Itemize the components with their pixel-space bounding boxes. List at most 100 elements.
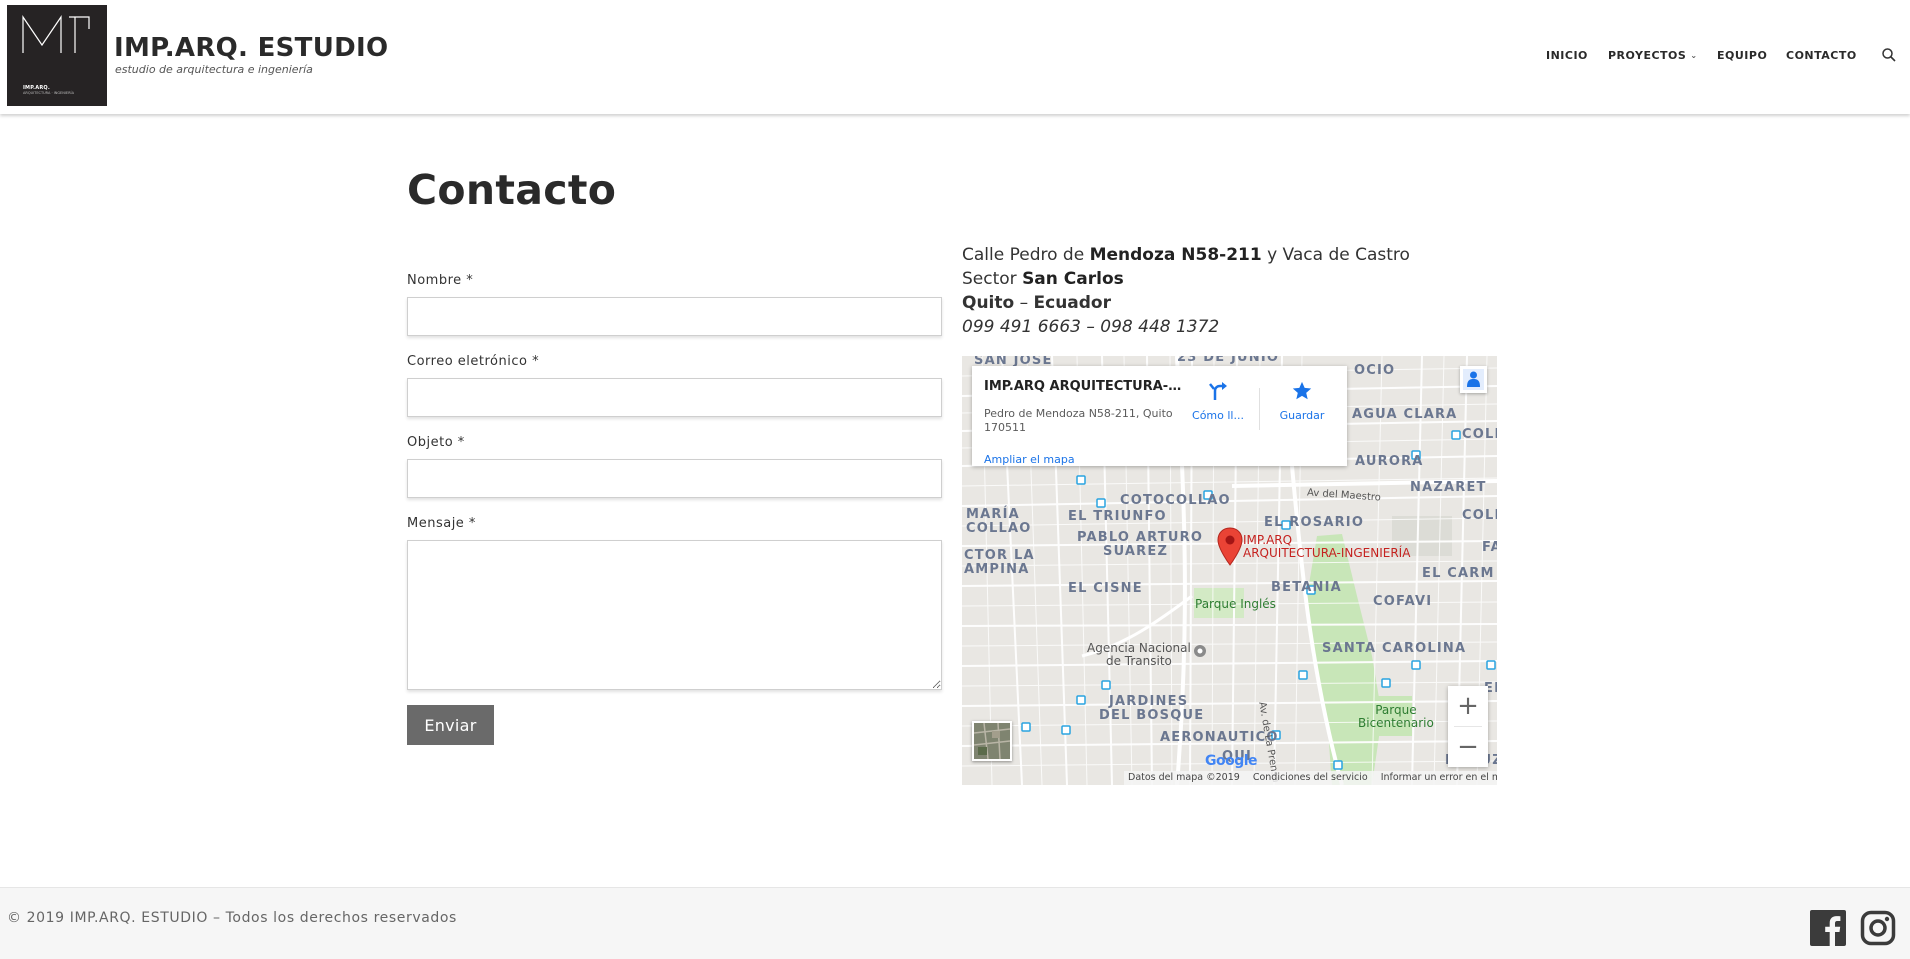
save-label: Guardar — [1279, 409, 1325, 422]
map-label: EL ROSARIO — [1264, 515, 1365, 530]
address-street: Calle Pedro de Mendoza N58-211 y Vaca de… — [962, 245, 1410, 265]
map-marker-icon[interactable] — [1217, 527, 1243, 567]
enviar-button[interactable]: Enviar — [407, 705, 494, 745]
address-street-prefix: Calle Pedro de — [962, 245, 1090, 265]
nav-item-contacto[interactable]: CONTACTO — [1786, 49, 1857, 62]
map-place-card: IMP.ARQ ARQUITECTURA-INGENIERÍA Pedro de… — [972, 366, 1347, 466]
map-label: JARDINES DEL BOSQUE — [1099, 695, 1204, 723]
map-label: AGUA CLARA — [1352, 407, 1458, 422]
map-label: 23 DE JUNIO — [1177, 356, 1280, 365]
zoom-out-button[interactable]: − — [1448, 727, 1488, 767]
address-sector-name: San Carlos — [1022, 269, 1124, 289]
map-label: EL TRIUNFO — [1068, 509, 1167, 524]
address-street-number: Mendoza N58-211 — [1089, 245, 1262, 265]
logo-tagline: ARQUITECTURA · INGENIERÍA — [23, 91, 74, 95]
map-label-line: COLLAO — [966, 521, 1032, 536]
site-header: IMP.ARQ. ARQUITECTURA · INGENIERÍA IMP.A… — [0, 0, 1910, 114]
card-divider — [1259, 388, 1260, 430]
objeto-input[interactable] — [407, 459, 942, 498]
map-label: BETANIA — [1271, 580, 1342, 595]
directions-button[interactable]: Cómo ll... — [1190, 380, 1246, 422]
site-subtitle: estudio de arquitectura e ingeniería — [115, 63, 313, 76]
google-logo: Google — [1205, 753, 1258, 769]
star-icon — [1292, 381, 1312, 400]
map-label: EL CARM — [1422, 566, 1495, 581]
map-label-line: PABLO ARTURO — [1077, 530, 1204, 545]
nombre-input[interactable] — [407, 297, 942, 336]
map-report-link[interactable]: Informar un error en el mapa — [1381, 772, 1497, 783]
map-label: COTOCOLLAO — [1120, 493, 1231, 508]
nav-item-proyectos[interactable]: PROYECTOS ⌄ — [1608, 49, 1698, 62]
copyright-text: © 2019 IMP.ARQ. ESTUDIO – Todos los dere… — [7, 910, 457, 926]
search-icon[interactable] — [1881, 47, 1897, 63]
map-data-credit: Datos del mapa ©2019 — [1128, 772, 1240, 783]
satellite-toggle[interactable] — [972, 721, 1012, 761]
map-label: COLLA — [1462, 508, 1497, 523]
address-phones: 099 491 6663 – 098 448 1372 — [962, 317, 1220, 337]
email-input[interactable] — [407, 378, 942, 417]
map-label: EL CISNE — [1068, 581, 1143, 596]
nombre-label: Nombre * — [407, 273, 474, 288]
zoom-in-button[interactable]: + — [1448, 686, 1488, 726]
ampliar-mapa-link[interactable]: Ampliar el mapa — [984, 453, 1075, 466]
map-poi-line: de Transito — [1105, 654, 1172, 668]
map-label: SANTA CAROLINA — [1322, 641, 1467, 656]
street-view-pegman-icon[interactable] — [1460, 366, 1487, 393]
map-poi-label: Agencia Nacional de Transito — [1087, 642, 1191, 668]
map-label-line: DEL BOSQUE — [1099, 708, 1205, 723]
nav-item-label: PROYECTOS — [1608, 49, 1687, 62]
address-country: Ecuador — [1033, 293, 1112, 313]
directions-icon — [1209, 382, 1227, 400]
map-terms-link[interactable]: Condiciones del servicio — [1253, 772, 1368, 783]
map-label-line: AMPINA — [964, 562, 1030, 577]
map-label-line: MARÍA — [966, 507, 1020, 522]
nav-item-equipo[interactable]: EQUIPO — [1717, 49, 1767, 62]
address-city-separator: – — [1014, 293, 1034, 313]
site-logo[interactable]: IMP.ARQ. ARQUITECTURA · INGENIERÍA — [7, 5, 107, 106]
site-title[interactable]: IMP.ARQ. ESTUDIO — [114, 33, 388, 63]
map-label: PABLO ARTURO SUAREZ — [1077, 531, 1203, 559]
address-sector: Sector San Carlos — [962, 269, 1124, 289]
map-label: AURORA — [1355, 454, 1424, 469]
map-label: NAZARET — [1410, 480, 1487, 495]
address-city: Quito – Ecuador — [962, 293, 1111, 313]
map-park-label: Parque Inglés — [1195, 597, 1276, 611]
mensaje-label: Mensaje * — [407, 516, 476, 531]
page-title: Contacto — [407, 166, 617, 214]
correo-label: Correo eletrónico * — [407, 354, 540, 369]
place-title: IMP.ARQ ARQUITECTURA-INGENIERÍA — [984, 379, 1184, 394]
objeto-label: Objeto * — [407, 435, 465, 450]
place-address: Pedro de Mendoza N58-211, Quito 170511 — [984, 407, 1173, 434]
facebook-icon[interactable] — [1810, 910, 1846, 946]
map-zoom-control: + − — [1448, 686, 1488, 767]
map-label: CTOR LA AMPINA — [964, 549, 1035, 577]
site-footer: © 2019 IMP.ARQ. ESTUDIO – Todos los dere… — [0, 887, 1910, 959]
map-label-line: SUAREZ — [1103, 544, 1169, 559]
map-label-line: CTOR LA — [964, 548, 1035, 563]
chevron-down-icon: ⌄ — [1690, 51, 1698, 60]
map-marker-label: IMP.ARQ ARQUITECTURA-INGENIERÍA — [1243, 534, 1410, 560]
map-label: FA — [1482, 540, 1497, 555]
address-city-name: Quito — [962, 293, 1015, 313]
save-button[interactable]: Guardar — [1274, 380, 1330, 422]
address-street-suffix: y Vaca de Castro — [1261, 245, 1410, 265]
map-park-line: Parque — [1375, 703, 1417, 717]
google-logo-letters: Google — [1205, 753, 1258, 769]
google-map[interactable]: SAN JOSE 23 DE JUNIO OCIO AGUA CLARA COL… — [962, 356, 1497, 785]
map-label-line: JARDINES — [1109, 694, 1189, 709]
map-park-label: Parque Bicentenario — [1358, 704, 1434, 730]
map-label: OCIO — [1354, 363, 1396, 378]
map-marker-label-line: IMP.ARQ — [1243, 533, 1293, 547]
map-poi-line: Agencia Nacional — [1087, 641, 1191, 655]
map-marker-label-line: ARQUITECTURA-INGENIERÍA — [1243, 546, 1411, 560]
map-label: COLLA — [1462, 427, 1497, 442]
map-label: MARÍA COLLAO — [966, 508, 1031, 536]
nav-item-inicio[interactable]: INICIO — [1546, 49, 1588, 62]
instagram-icon[interactable] — [1860, 910, 1896, 946]
map-attribution: Datos del mapa ©2019 Condiciones del ser… — [1124, 771, 1497, 785]
address-sector-prefix: Sector — [962, 269, 1023, 289]
map-park-line: Bicentenario — [1358, 716, 1434, 730]
mensaje-textarea[interactable] — [407, 540, 942, 690]
map-label: COFAVI — [1373, 594, 1433, 609]
directions-label: Cómo ll... — [1192, 409, 1244, 422]
